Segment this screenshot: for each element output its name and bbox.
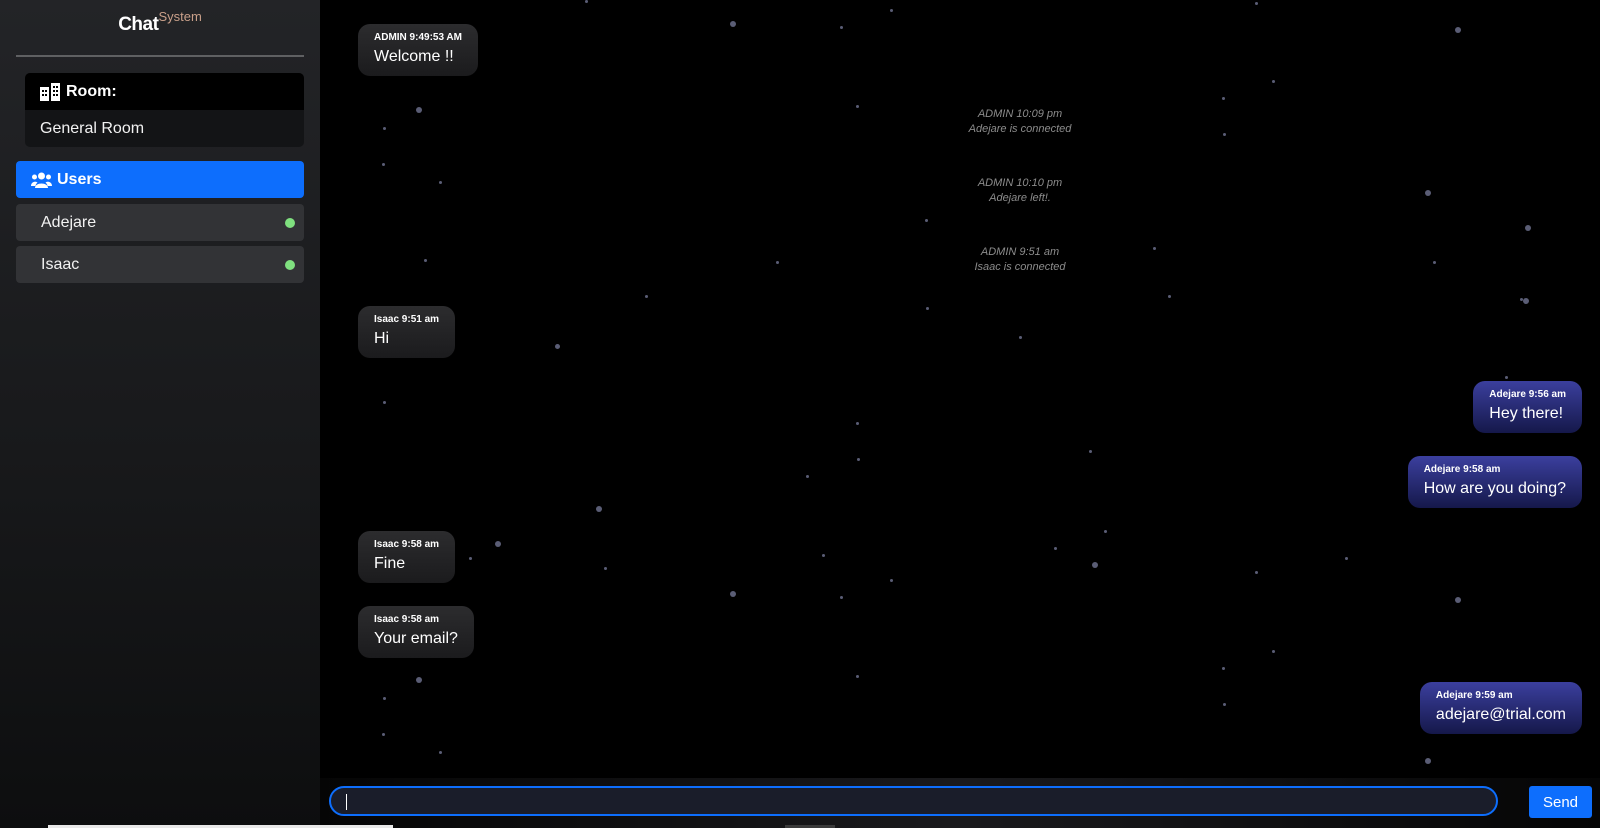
message-meta: Isaac 9:58 am [374,539,440,550]
composer-bar: Send [320,778,1600,828]
message-meta: Adejare 9:56 am [1489,389,1566,400]
user-item-adejare[interactable]: Adejare [16,204,304,241]
system-notice: ADMIN 10:09 pm Adejare is connected [880,107,1160,137]
system-text: Adejare left!. [989,192,1051,204]
logo-sup: System [158,9,202,24]
message-text: Hi [374,330,390,347]
message-meta: Isaac 9:51 am [374,314,440,325]
message-input[interactable] [329,786,1498,816]
message-text: How are you doing? [1423,480,1566,497]
message-meta: Adejare 9:58 am [1423,464,1501,475]
message-meta: ADMIN 9:49:53 AM [374,32,462,43]
user-name: Isaac [41,255,80,273]
room-panel: Room: General Room [25,73,304,147]
users-icon [31,172,52,188]
users-label: Users [57,170,102,188]
message-bubble-self: Adejare 9:59 am adejare@trial.com [1419,682,1582,734]
message-bubble-self: Adejare 9:58 am How are you doing? [1407,456,1582,508]
room-name: General Room [40,119,145,137]
message-meta: Adejare 9:59 am [1435,690,1513,701]
system-text: Isaac is connected [974,261,1066,273]
message-text: Fine [374,555,406,572]
room-icon [40,82,60,101]
message-bubble: Isaac 9:58 am Fine [358,531,456,583]
system-meta: ADMIN 10:09 pm [977,108,1063,120]
logo-main: Chat [118,14,159,35]
user-item-isaac[interactable]: Isaac [16,246,304,283]
users-header: Users [16,161,304,198]
message-list[interactable]: ADMIN 9:49:53 AM Welcome !! ADMIN 10:09 … [320,0,1600,778]
system-text: Adejare is connected [968,123,1072,135]
sidebar: ChatSystem Room: General Room Users Adej… [0,0,320,828]
send-button[interactable]: Send [1529,786,1592,818]
system-meta: ADMIN 10:10 pm [977,177,1063,189]
system-notice: ADMIN 9:51 am Isaac is connected [880,245,1160,275]
message-meta: Isaac 9:58 am [374,614,440,625]
message-bubble: Isaac 9:58 am Your email? [358,606,474,658]
system-notice: ADMIN 10:10 pm Adejare left!. [880,176,1160,206]
message-bubble: Isaac 9:51 am Hi [358,306,456,358]
online-status-icon [285,260,295,270]
room-label: Room: [66,82,117,100]
system-meta: ADMIN 9:51 am [980,246,1060,258]
message-bubble-self: Adejare 9:56 am Hey there! [1473,381,1582,433]
user-name: Adejare [41,213,97,231]
message-bubble: ADMIN 9:49:53 AM Welcome !! [358,24,478,76]
message-text: Welcome !! [374,48,454,65]
text-cursor [346,794,347,810]
app-logo: ChatSystem [0,9,320,36]
message-text: adejare@trial.com [1435,706,1566,723]
room-header: Room: [25,73,304,110]
message-text: Your email? [374,630,458,647]
online-status-icon [285,218,295,228]
message-text: Hey there! [1489,405,1564,422]
logo-divider [16,55,304,57]
